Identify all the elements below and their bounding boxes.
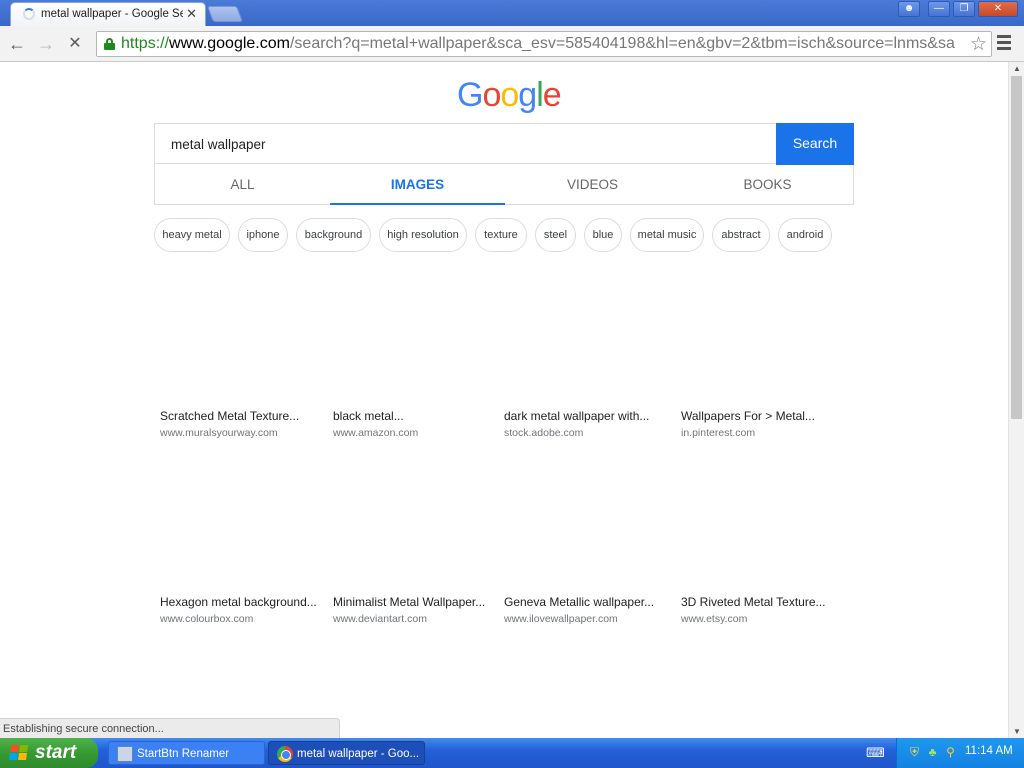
- chip-metal-music[interactable]: metal music: [630, 218, 704, 252]
- security-shield-icon[interactable]: ⛨: [907, 745, 922, 760]
- result-source: www.amazon.com: [333, 427, 419, 439]
- chip-steel[interactable]: steel: [535, 218, 576, 252]
- result-source: www.muralsyourway.com: [160, 427, 278, 439]
- url-host: www.google.com: [169, 35, 290, 52]
- result-source: www.etsy.com: [681, 613, 748, 625]
- result-title[interactable]: Scratched Metal Texture...: [160, 409, 299, 423]
- network-icon[interactable]: ♣: [925, 745, 940, 760]
- magnifier-icon[interactable]: ⚲: [943, 745, 958, 760]
- result-title[interactable]: black metal...: [333, 409, 404, 423]
- result-source: stock.adobe.com: [504, 427, 584, 439]
- taskbar-item-startbtn-renamer[interactable]: StartBtn Renamer: [108, 741, 265, 765]
- logo-letter: o: [482, 76, 501, 114]
- stop-loading-icon[interactable]: ✕: [64, 33, 86, 55]
- search-input[interactable]: metal wallpaper: [155, 124, 776, 164]
- forward-arrow-icon[interactable]: →: [35, 33, 57, 55]
- browser-menu-icon[interactable]: [997, 35, 1013, 53]
- logo-letter: e: [542, 76, 562, 114]
- taskbar-item-label: StartBtn Renamer: [137, 748, 230, 760]
- logo-letter: g: [518, 76, 537, 114]
- result-title[interactable]: 3D Riveted Metal Texture...: [681, 595, 826, 609]
- url-scheme: https://: [121, 35, 170, 52]
- tab-images[interactable]: IMAGES: [330, 165, 505, 205]
- bookmark-star-icon[interactable]: ☆: [966, 33, 987, 56]
- taskbar-item-chrome[interactable]: metal wallpaper - Goo...: [268, 741, 425, 765]
- browser-title-bar: metal wallpaper - Google Se ✕ ☻ — ❐ ✕: [0, 0, 1024, 26]
- chip-iphone[interactable]: iphone: [238, 218, 288, 252]
- windows-logo-icon: [9, 745, 29, 761]
- result-title[interactable]: dark metal wallpaper with...: [504, 409, 649, 423]
- result-source: www.ilovewallpaper.com: [504, 613, 618, 625]
- page-scrollbar[interactable]: ▲ ▼: [1008, 62, 1024, 738]
- tab-title: metal wallpaper - Google Se: [41, 8, 183, 20]
- url-text[interactable]: https://www.google.com/search?q=metal+wa…: [121, 35, 955, 53]
- taskbar-item-label: metal wallpaper - Goo...: [297, 748, 420, 760]
- chrome-app-icon: [277, 746, 293, 762]
- chip-background[interactable]: background: [296, 218, 371, 252]
- address-bar[interactable]: https://www.google.com/search?q=metal+wa…: [96, 31, 992, 57]
- system-tray: ⛨ ♣ ⚲ 11:14 AM: [896, 738, 1024, 768]
- search-box: metal wallpaper Search ALL IMAGES VIDEOS…: [154, 123, 854, 205]
- scroll-down-arrow-icon[interactable]: ▼: [1013, 727, 1021, 736]
- google-logo[interactable]: Google: [457, 76, 562, 115]
- tab-videos[interactable]: VIDEOS: [505, 165, 680, 205]
- keyboard-icon[interactable]: ⌨: [866, 745, 885, 761]
- result-title[interactable]: Hexagon metal background...: [160, 595, 317, 609]
- scrollbar-thumb[interactable]: [1011, 76, 1022, 419]
- minimize-button[interactable]: —: [928, 1, 950, 17]
- renamer-app-icon: [117, 746, 133, 762]
- secure-lock-icon[interactable]: [104, 38, 115, 50]
- search-tabs: ALL IMAGES VIDEOS BOOKS: [155, 165, 853, 205]
- logo-letter: o: [500, 76, 519, 114]
- tab-books[interactable]: BOOKS: [680, 165, 855, 205]
- user-profile-icon[interactable]: ☻: [898, 1, 920, 17]
- chip-abstract[interactable]: abstract: [712, 218, 770, 252]
- logo-letter: G: [457, 76, 483, 114]
- chip-android[interactable]: android: [778, 218, 832, 252]
- windows-taskbar: start StartBtn Renamer metal wallpaper -…: [0, 738, 1024, 768]
- scroll-up-arrow-icon[interactable]: ▲: [1013, 64, 1021, 73]
- result-source: www.deviantart.com: [333, 613, 427, 625]
- chip-blue[interactable]: blue: [584, 218, 622, 252]
- status-bar: Establishing secure connection...: [0, 718, 340, 738]
- result-title[interactable]: Geneva Metallic wallpaper...: [504, 595, 654, 609]
- tab-close-icon[interactable]: ✕: [186, 6, 197, 22]
- result-title[interactable]: Wallpapers For > Metal...: [681, 409, 815, 423]
- page-content: Google metal wallpaper Search ALL IMAGES…: [0, 62, 1008, 738]
- loading-spinner-icon: [23, 8, 35, 20]
- browser-toolbar: ← → ✕ https://www.google.com/search?q=me…: [0, 26, 1024, 62]
- window-close-button[interactable]: ✕: [978, 1, 1018, 17]
- result-source: in.pinterest.com: [681, 427, 756, 439]
- maximize-button[interactable]: ❐: [953, 1, 975, 17]
- back-arrow-icon[interactable]: ←: [6, 33, 28, 55]
- chip-texture[interactable]: texture: [475, 218, 527, 252]
- url-path: /search?q=metal+wallpaper&sca_esv=585404…: [289, 35, 955, 52]
- related-search-chips: heavy metal iphone background high resol…: [154, 218, 854, 252]
- start-button[interactable]: start: [0, 738, 98, 768]
- new-tab-button[interactable]: [207, 6, 243, 22]
- result-title[interactable]: Minimalist Metal Wallpaper...: [333, 595, 485, 609]
- tab-all[interactable]: ALL: [155, 165, 330, 205]
- search-button[interactable]: Search: [776, 123, 854, 165]
- taskbar-clock[interactable]: 11:14 AM: [965, 745, 1013, 757]
- start-label: start: [35, 742, 77, 763]
- chip-high-resolution[interactable]: high resolution: [379, 218, 467, 252]
- browser-tab-active[interactable]: metal wallpaper - Google Se ✕: [10, 2, 206, 26]
- chip-heavy-metal[interactable]: heavy metal: [154, 218, 230, 252]
- result-source: www.colourbox.com: [160, 613, 254, 625]
